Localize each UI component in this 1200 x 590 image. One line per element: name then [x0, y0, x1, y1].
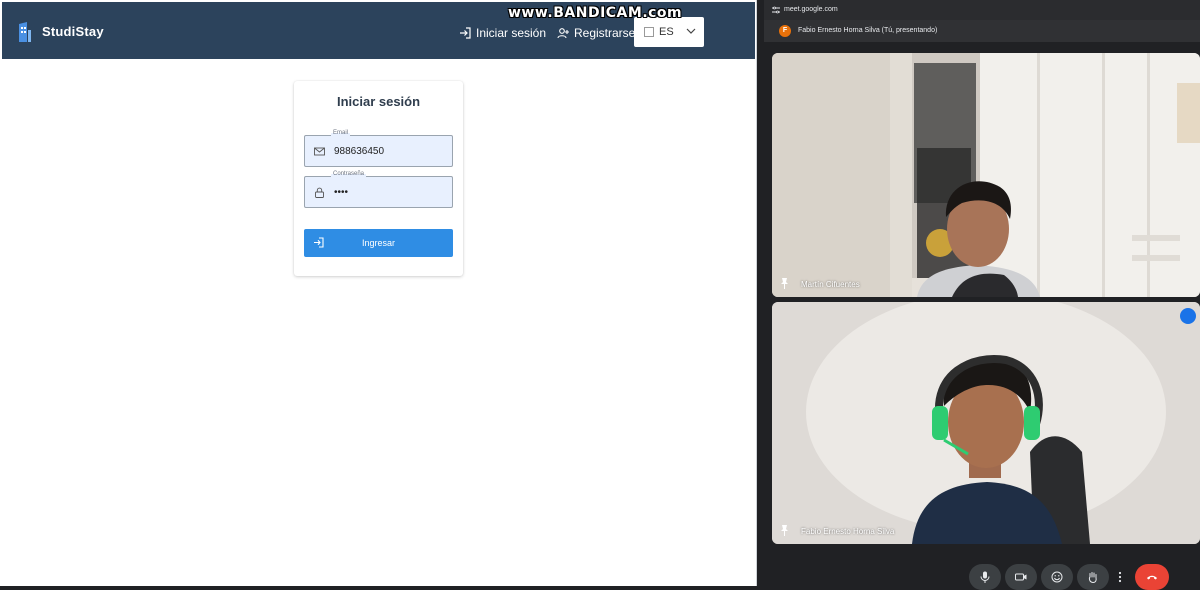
participant-video	[772, 53, 1200, 297]
login-title: Iniciar sesión	[336, 94, 421, 109]
nav-login-label: Iniciar sesión	[476, 26, 547, 40]
nav-register-label: Registrarse	[574, 26, 636, 40]
presenter-text: Fabio Ernesto Horna Silva (Tú, presentan…	[798, 27, 938, 34]
participant-tile[interactable]: Fabio Ernesto Horna Silva	[772, 302, 1200, 544]
submit-login-button[interactable]: Ingresar	[304, 229, 453, 257]
language-value: ES	[659, 26, 674, 38]
login-card: Iniciar sesión Email 988636450 Contraseñ…	[294, 81, 463, 276]
participant-name: Fabio Ernesto Horna Silva	[801, 527, 895, 536]
raise-hand-button[interactable]	[1077, 564, 1109, 590]
participant-name: Martín Cifuentes	[801, 280, 860, 289]
meet-url: meet.google.com	[784, 6, 838, 13]
microphone-button[interactable]	[969, 564, 1001, 590]
meet-control-bar	[764, 558, 1200, 590]
add-user-icon	[557, 28, 569, 39]
meet-url-bar: meet.google.com	[764, 0, 1200, 20]
broken-flag-image	[644, 27, 654, 37]
password-label: Contraseña	[331, 171, 367, 177]
reactions-button[interactable]	[1041, 564, 1073, 590]
lock-icon	[315, 187, 324, 198]
building-logo-icon	[19, 22, 31, 42]
participant-tile[interactable]: Martín Cifuentes	[772, 53, 1200, 297]
chevron-down-icon	[686, 28, 696, 34]
presenting-banner: F Fabio Ernesto Horna Silva (Tú, present…	[764, 20, 1200, 42]
video-camera-icon	[1015, 573, 1027, 581]
participant-video	[772, 302, 1200, 544]
brand-name[interactable]: StudiStay	[42, 24, 104, 39]
recorder-watermark: www.BANDICAM.com	[508, 5, 683, 21]
more-vert-icon	[1118, 571, 1122, 583]
browser-app-viewport: StudiStay Iniciar sesión Registrarse ES	[0, 0, 757, 586]
meet-window: meet.google.com F Fabio Ernesto Horna Si…	[764, 0, 1200, 590]
nav-register-link[interactable]: Registrarse	[557, 26, 635, 40]
email-value: 988636450	[334, 146, 385, 157]
login-icon	[314, 237, 324, 248]
submit-login-label: Ingresar	[361, 238, 396, 248]
microphone-icon	[980, 571, 990, 583]
email-label: Email	[331, 130, 351, 136]
speaking-indicator	[1180, 308, 1196, 324]
email-field[interactable]: Email 988636450	[304, 130, 453, 167]
mail-icon	[314, 147, 325, 156]
password-field[interactable]: Contraseña ••••	[304, 171, 453, 208]
pin-icon[interactable]	[780, 278, 789, 289]
more-options-button[interactable]	[1113, 564, 1127, 590]
hand-icon	[1088, 572, 1097, 583]
password-value: ••••	[334, 187, 349, 198]
presenter-avatar: F	[779, 25, 791, 37]
camera-button[interactable]	[1005, 564, 1037, 590]
pin-icon[interactable]	[780, 525, 789, 536]
emoji-icon	[1051, 571, 1063, 583]
site-settings-icon[interactable]	[772, 6, 780, 14]
language-select[interactable]: ES	[634, 17, 704, 47]
hang-up-icon	[1147, 575, 1157, 580]
end-call-button[interactable]	[1135, 564, 1169, 590]
nav-login-link[interactable]: Iniciar sesión	[459, 26, 546, 40]
login-icon	[460, 27, 471, 39]
